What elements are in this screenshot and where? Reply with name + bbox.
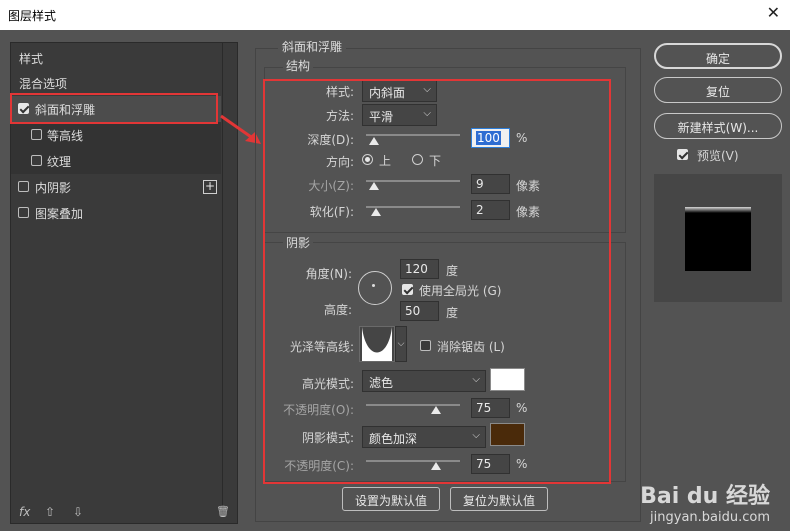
dialog-body: 样式 混合选项 斜面和浮雕 等高线 纹理 内阴影 + 图案叠加 fx ⇧ ⇩ 🗑… (0, 30, 790, 531)
inner-shadow-checkbox[interactable] (18, 181, 29, 192)
watermark-url: jingyan.baidu.com (650, 510, 770, 525)
styles-header[interactable]: 样式 (11, 45, 221, 71)
bevel-emboss-section-title: 斜面和浮雕 (278, 38, 347, 55)
annotation-box-selected (10, 93, 218, 124)
make-default-button[interactable]: 设置为默认值 (342, 487, 440, 511)
blending-options-label: 混合选项 (19, 77, 68, 91)
dialog-title: 图层样式 (8, 9, 57, 23)
preview-checkbox[interactable] (677, 149, 688, 160)
new-style-button[interactable]: 新建样式(W)... (654, 113, 782, 139)
trash-icon[interactable]: 🗑 (216, 505, 230, 518)
style-item-texture[interactable]: 纹理 (11, 148, 221, 174)
styles-header-label: 样式 (19, 52, 44, 66)
reset-button[interactable]: 复位 (654, 77, 782, 103)
dialog-titlebar: 图层样式 ✕ (0, 0, 790, 30)
close-icon[interactable]: ✕ (767, 3, 780, 22)
pattern-overlay-checkbox[interactable] (18, 207, 29, 218)
styles-toolbar: fx ⇧ ⇩ 🗑 (11, 503, 237, 525)
preview-label: 预览(V) (697, 149, 739, 163)
move-up-icon[interactable]: ⇧ (45, 505, 55, 519)
watermark: Bai du 经验 jingyan.baidu.com (640, 478, 770, 525)
style-item-pattern-overlay[interactable]: 图案叠加 (11, 200, 221, 226)
reset-default-button[interactable]: 复位为默认值 (450, 487, 548, 511)
style-preview (654, 174, 782, 302)
add-inner-shadow-icon[interactable]: + (203, 180, 217, 194)
style-item-contour[interactable]: 等高线 (11, 122, 221, 148)
structure-title: 结构 (283, 57, 314, 74)
pattern-overlay-label: 图案叠加 (35, 207, 84, 221)
contour-checkbox[interactable] (31, 129, 42, 140)
watermark-logo: Bai du 经验 (640, 484, 770, 509)
inner-shadow-label: 内阴影 (35, 181, 72, 195)
texture-checkbox[interactable] (31, 155, 42, 166)
annotation-box-settings (263, 79, 611, 484)
contour-label: 等高线 (47, 129, 84, 143)
texture-label: 纹理 (47, 155, 72, 169)
preview-thumbnail (685, 207, 751, 271)
fx-icon[interactable]: fx (19, 505, 30, 519)
move-down-icon[interactable]: ⇩ (73, 505, 83, 519)
style-item-inner-shadow[interactable]: 内阴影 + (11, 174, 221, 200)
ok-button[interactable]: 确定 (654, 43, 782, 69)
